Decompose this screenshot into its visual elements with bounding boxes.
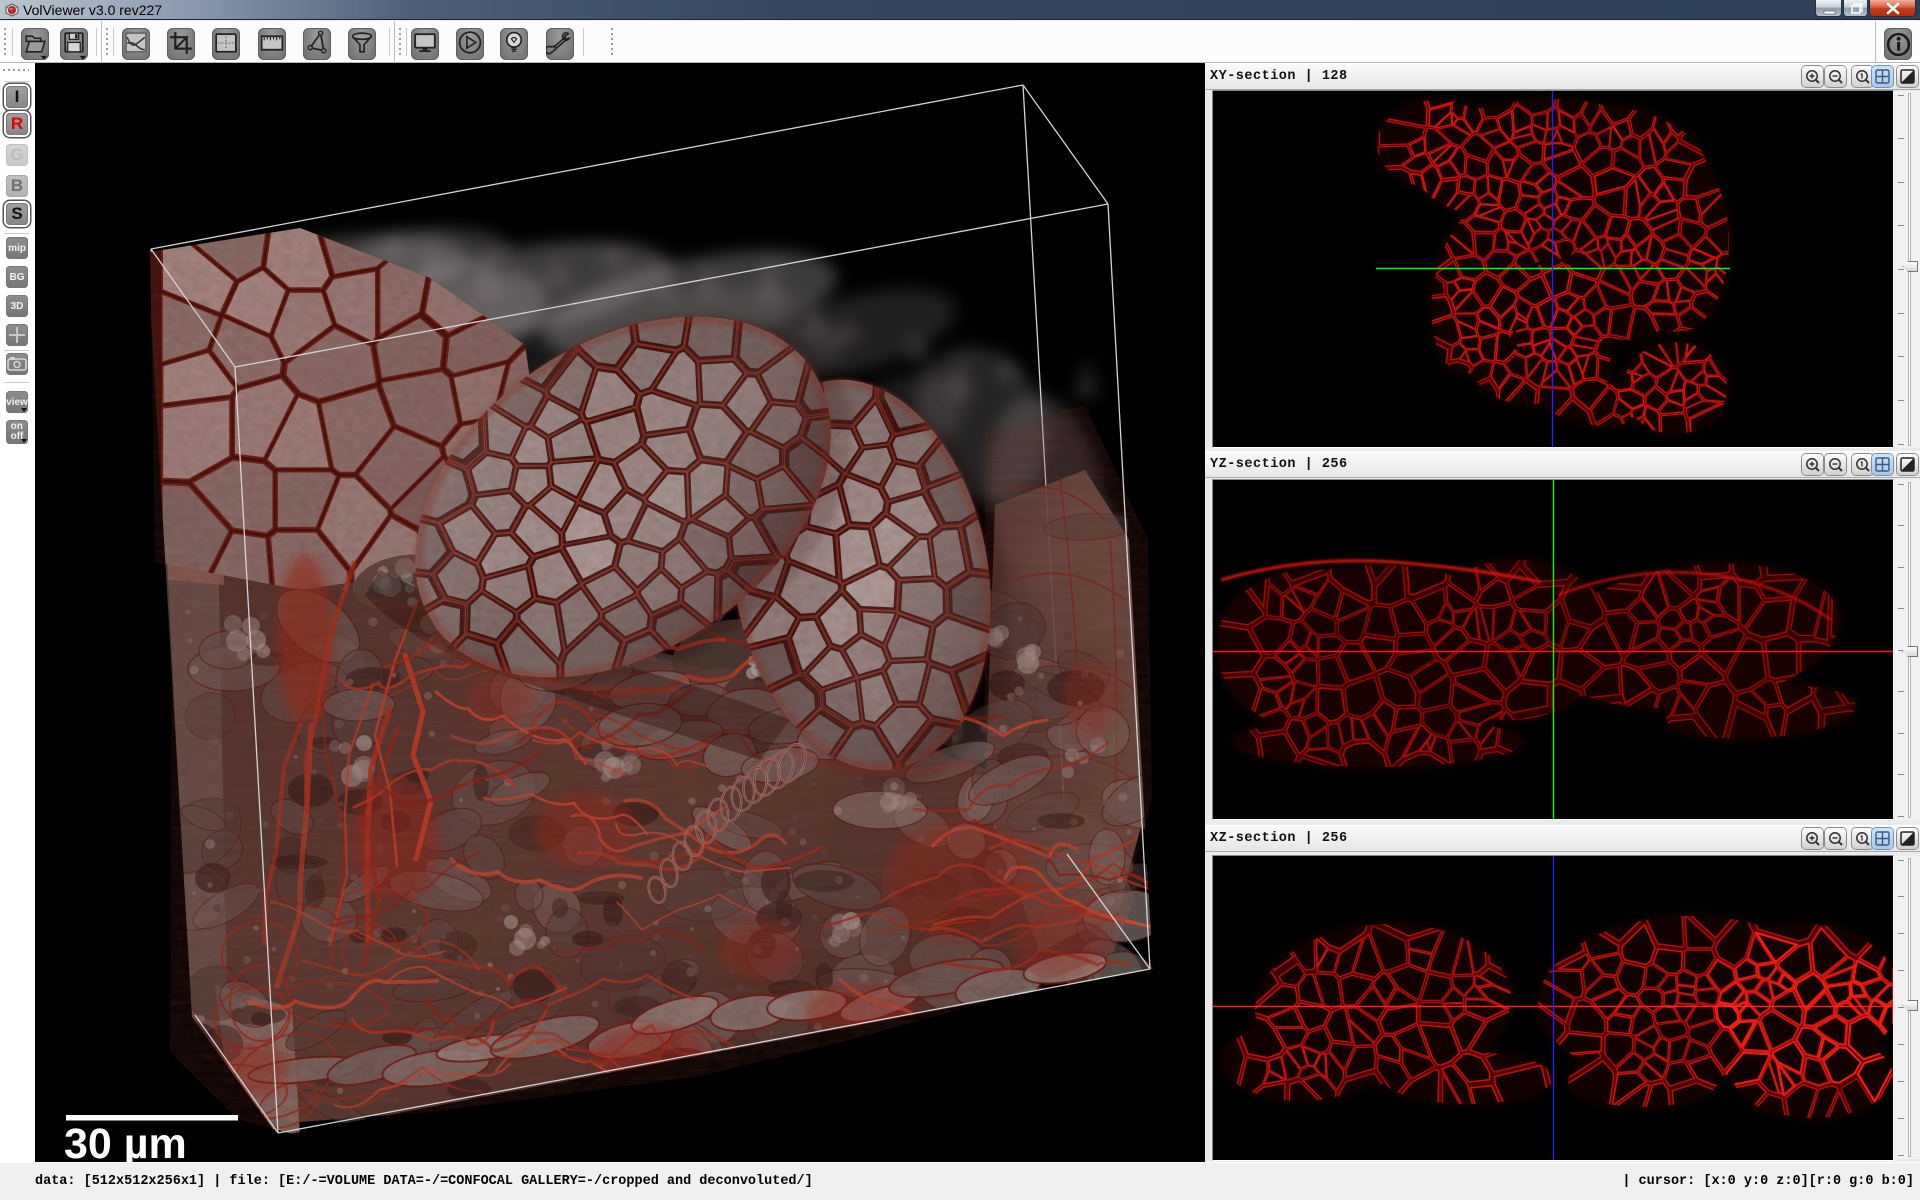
svg-text:30 µm: 30 µm	[64, 1120, 187, 1162]
